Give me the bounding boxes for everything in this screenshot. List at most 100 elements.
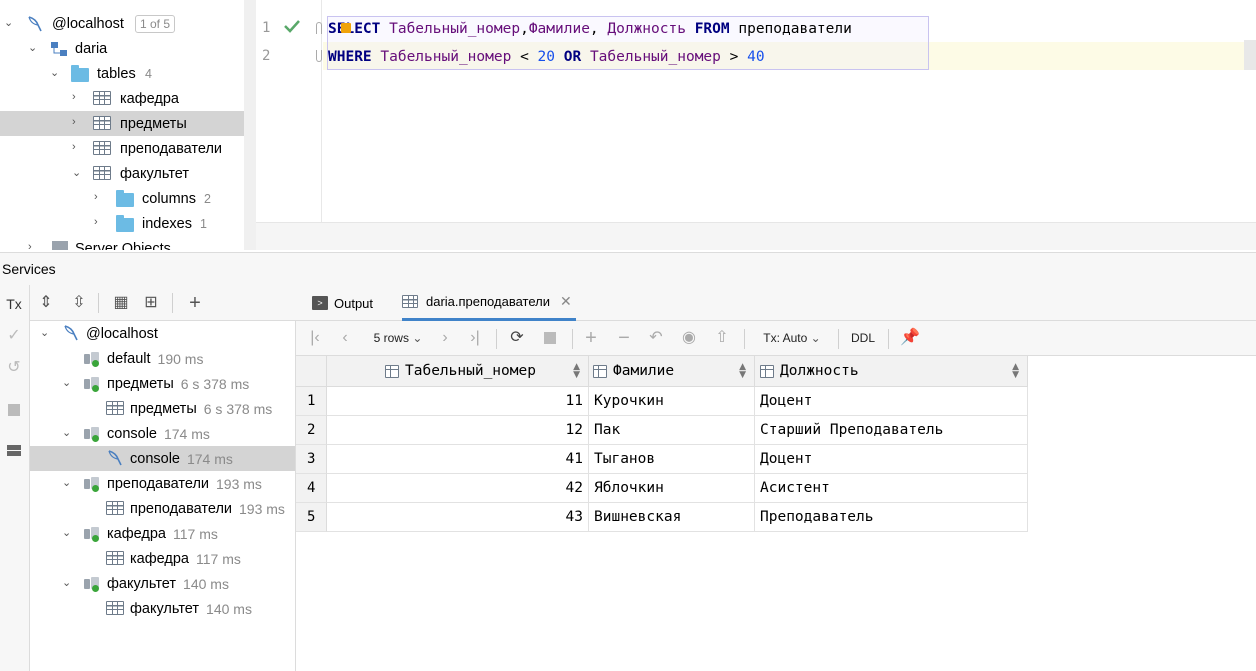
service-console-node[interactable]: кафедра 117 ms: [30, 546, 295, 571]
grid-cell-position[interactable]: Доцент: [755, 387, 1028, 416]
chevron-down-icon[interactable]: ⌄: [50, 68, 60, 79]
service-session-node[interactable]: ⌄ факультет 140 ms: [30, 571, 295, 596]
rows-count-dropdown[interactable]: 5 rows ⌄: [368, 327, 428, 349]
tree-node-schema[interactable]: ⌄ daria: [0, 36, 256, 61]
tree-node-localhost[interactable]: ⌄ @localhost 1 of 5: [0, 11, 256, 36]
service-node-localhost[interactable]: ⌄ @localhost: [30, 321, 295, 346]
fold-icon[interactable]: [316, 50, 322, 62]
chevron-down-icon[interactable]: ⌄: [4, 18, 14, 29]
sort-icon[interactable]: ▲ ▼: [1012, 363, 1019, 380]
tx-mode-dropdown[interactable]: Tx: Auto ⌄: [756, 327, 828, 349]
grid-cell-position[interactable]: Старший Преподаватель: [755, 416, 1028, 445]
chevron-right-icon[interactable]: ›: [94, 192, 104, 203]
chevron-right-icon[interactable]: ›: [72, 117, 82, 128]
prev-page-icon[interactable]: ‹: [336, 327, 354, 349]
chevron-down-icon[interactable]: ⌄: [40, 328, 50, 339]
expand-all-icon[interactable]: ⇕: [35, 292, 57, 314]
collapse-all-icon[interactable]: ⇳: [68, 292, 90, 314]
chevron-down-icon[interactable]: ⌄: [28, 43, 38, 54]
grid-cell-surname[interactable]: Курочкин: [589, 387, 755, 416]
tree-node-table-selected[interactable]: › предметы: [0, 111, 256, 136]
grid-cell-id[interactable]: 41: [327, 445, 589, 474]
last-page-icon[interactable]: ›|: [466, 327, 484, 349]
chevron-right-icon[interactable]: ›: [72, 92, 82, 103]
service-console-node[interactable]: console 174 ms: [30, 446, 295, 471]
revert-icon[interactable]: ↶: [646, 327, 666, 349]
grid-cell-position[interactable]: Преподаватель: [755, 503, 1028, 532]
filter-icon[interactable]: ⊞: [140, 292, 162, 314]
row-number[interactable]: 3: [296, 445, 327, 474]
row-number[interactable]: 5: [296, 503, 327, 532]
chevron-down-icon[interactable]: ⌄: [62, 478, 72, 489]
grid-cell-surname[interactable]: Пак: [589, 416, 755, 445]
tree-node-table[interactable]: › кафедра: [0, 86, 256, 111]
grid-cell-id[interactable]: 43: [327, 503, 589, 532]
preview-icon[interactable]: ◉: [678, 327, 700, 349]
refresh-icon[interactable]: ⟳: [506, 327, 528, 349]
chevron-right-icon[interactable]: ›: [94, 217, 104, 228]
stop-icon[interactable]: [3, 401, 25, 423]
ddl-button[interactable]: DDL: [850, 327, 876, 349]
layout-icon[interactable]: [3, 441, 25, 463]
row-number[interactable]: 2: [296, 416, 327, 445]
service-session-node[interactable]: ⌄ кафедра 117 ms: [30, 521, 295, 546]
next-page-icon[interactable]: ›: [436, 327, 454, 349]
column-header[interactable]: Должность ▲ ▼: [755, 356, 1028, 387]
tree-node-table[interactable]: › преподаватели: [0, 136, 256, 161]
add-service-icon[interactable]: +: [184, 292, 206, 314]
sort-icon[interactable]: ▲ ▼: [573, 363, 580, 380]
grid-cell-id[interactable]: 11: [327, 387, 589, 416]
column-header[interactable]: Табельный_номер ▲ ▼: [327, 356, 589, 387]
grid-cell-id[interactable]: 42: [327, 474, 589, 503]
grid-cell-surname[interactable]: Тыганов: [589, 445, 755, 474]
tab-result-table[interactable]: daria.преподаватели ✕: [402, 285, 576, 321]
row-number[interactable]: 4: [296, 474, 327, 503]
tree-node-table[interactable]: ⌄ факультет: [0, 161, 256, 186]
commit-icon[interactable]: ✓: [3, 325, 25, 347]
grid-cell-position[interactable]: Асистент: [755, 474, 1028, 503]
submit-icon[interactable]: ⇧: [712, 327, 732, 349]
add-row-icon[interactable]: +: [581, 327, 601, 349]
chevron-down-icon[interactable]: ⌄: [62, 378, 72, 389]
sql-editor[interactable]: 1 2 SELECT Табельный_номер, Фамилие, Долж…: [256, 0, 1256, 250]
row-number[interactable]: 1: [296, 387, 327, 416]
chevron-right-icon[interactable]: ›: [72, 142, 82, 153]
service-session-node[interactable]: default 190 ms: [30, 346, 295, 371]
tree-node-columns[interactable]: › columns 2: [0, 186, 256, 211]
editor-scrollbar[interactable]: [1244, 40, 1256, 70]
chevron-right-icon[interactable]: ›: [28, 242, 38, 251]
close-icon[interactable]: ✕: [560, 293, 572, 310]
tab-output[interactable]: > Output: [312, 285, 386, 321]
fold-icon[interactable]: [316, 22, 322, 34]
tree-node-indexes[interactable]: › indexes 1: [0, 211, 256, 236]
service-session-node[interactable]: ⌄ console 174 ms: [30, 421, 295, 446]
grid-cell-surname[interactable]: Вишневская: [589, 503, 755, 532]
chevron-down-icon[interactable]: ⌄: [72, 168, 82, 179]
tree-node-server-objects[interactable]: › Server Objects: [0, 236, 256, 250]
first-page-icon[interactable]: |‹: [306, 327, 324, 349]
tree-node-tables[interactable]: ⌄ tables 4: [0, 61, 256, 86]
group-by-icon[interactable]: ▦: [110, 292, 132, 314]
tree-scrollbar[interactable]: [244, 0, 256, 250]
code-line-2[interactable]: WHERE Табельный_номер < 20 OR Табельный_…: [328, 44, 765, 70]
service-console-node[interactable]: предметы 6 s 378 ms: [30, 396, 295, 421]
grid-cell-position[interactable]: Доцент: [755, 445, 1028, 474]
chevron-down-icon[interactable]: ⌄: [62, 578, 72, 589]
sort-icon[interactable]: ▲ ▼: [739, 363, 746, 380]
column-header[interactable]: Фамилие ▲ ▼: [589, 356, 755, 387]
delete-row-icon[interactable]: −: [614, 327, 634, 349]
service-session-node[interactable]: ⌄ преподаватели 193 ms: [30, 471, 295, 496]
service-session-node[interactable]: ⌄ предметы 6 s 378 ms: [30, 371, 295, 396]
rollback-icon[interactable]: ↺: [3, 357, 25, 379]
intention-bulb-icon[interactable]: [341, 23, 351, 33]
service-console-node[interactable]: факультет 140 ms: [30, 596, 295, 621]
service-console-node[interactable]: преподаватели 193 ms: [30, 496, 295, 521]
code-line-1[interactable]: SELECT Табельный_номер, Фамилие, Должност…: [328, 16, 852, 42]
chevron-down-icon[interactable]: ⌄: [62, 528, 72, 539]
grid-cell-surname[interactable]: Яблочкин: [589, 474, 755, 503]
chevron-down-icon[interactable]: ⌄: [62, 428, 72, 439]
pin-icon[interactable]: 📌: [900, 327, 920, 349]
stop-icon[interactable]: [540, 327, 560, 349]
grid-cell-id[interactable]: 12: [327, 416, 589, 445]
tx-mode-button[interactable]: Tx: [3, 293, 25, 315]
